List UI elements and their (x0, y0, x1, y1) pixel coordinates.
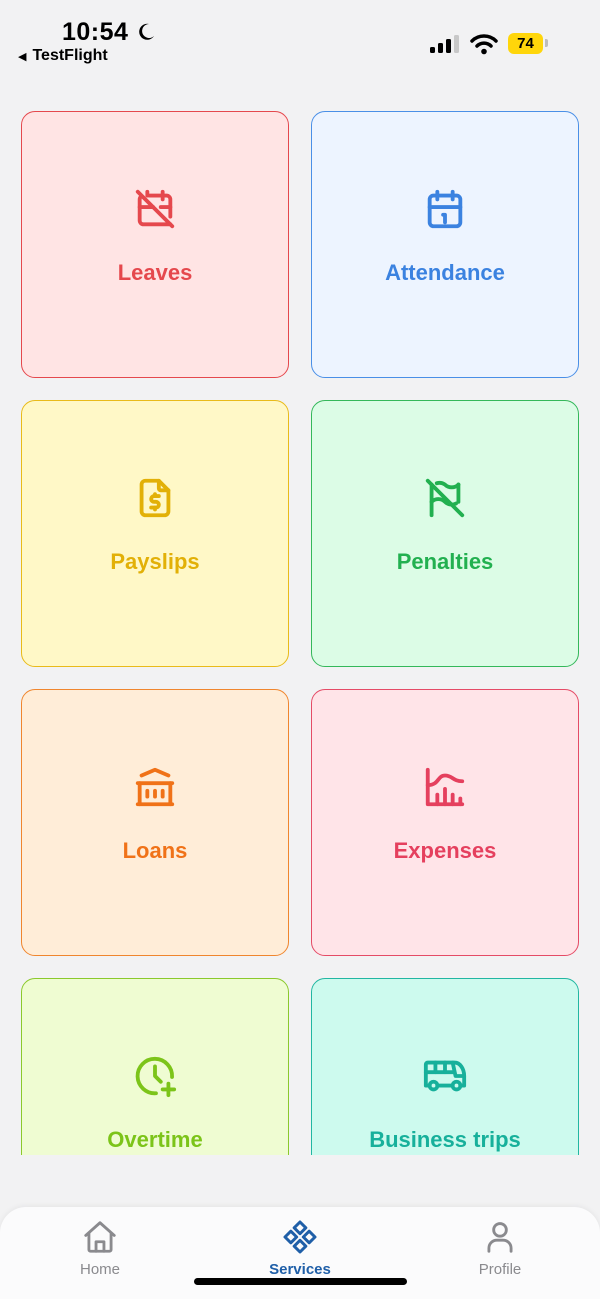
clock-plus-icon (130, 1051, 180, 1101)
tile-label: Business trips (369, 1126, 521, 1152)
services-icon (280, 1217, 320, 1257)
dollar-document-icon (130, 473, 180, 523)
tile-label: Attendance (385, 259, 505, 285)
bank-icon (130, 762, 180, 812)
tab-services[interactable]: Services (240, 1217, 360, 1281)
tile-overtime[interactable]: Overtime (21, 978, 289, 1155)
tile-label: Payslips (110, 548, 200, 574)
bus-icon (420, 1051, 470, 1101)
calendar-icon (420, 184, 470, 234)
status-bar: 10:54 ◀ TestFlight 74 (0, 0, 600, 80)
moon-icon (136, 22, 156, 47)
services-content: Leaves Attendance Payslips Penalties Loa… (0, 80, 600, 1155)
back-app-label: TestFlight (32, 47, 108, 64)
home-icon (80, 1217, 120, 1257)
tab-label: Profile (478, 1261, 522, 1278)
status-time: 10:54 (62, 18, 129, 46)
tile-leaves[interactable]: Leaves (21, 111, 289, 378)
tile-label: Loans (122, 837, 188, 863)
calendar-off-icon (130, 184, 180, 234)
user-icon (480, 1217, 520, 1257)
battery-icon: 74 (508, 32, 548, 54)
home-indicator[interactable] (194, 1278, 407, 1285)
cellular-signal-icon (430, 34, 462, 59)
chart-area-icon (420, 762, 470, 812)
tile-business-trips[interactable]: Business trips (311, 978, 579, 1155)
tile-penalties[interactable]: Penalties (311, 400, 579, 667)
services-grid: Leaves Attendance Payslips Penalties Loa… (21, 111, 579, 1155)
tile-label: Penalties (396, 548, 494, 574)
tile-payslips[interactable]: Payslips (21, 400, 289, 667)
tab-home[interactable]: Home (40, 1217, 160, 1281)
tab-label: Services (269, 1261, 331, 1278)
wifi-icon (470, 33, 498, 60)
tile-label: Expenses (393, 837, 497, 863)
battery-level: 74 (517, 34, 534, 52)
tile-expenses[interactable]: Expenses (311, 689, 579, 956)
tile-label: Overtime (107, 1126, 203, 1152)
back-to-testflight-link[interactable]: ◀ TestFlight (18, 47, 108, 65)
tile-label: Leaves (117, 259, 193, 285)
back-arrow-icon: ◀ (18, 50, 27, 63)
tab-bar: Home Services Profile (0, 1207, 600, 1299)
tile-loans[interactable]: Loans (21, 689, 289, 956)
tab-label: Home (79, 1261, 120, 1278)
tile-attendance[interactable]: Attendance (311, 111, 579, 378)
flag-off-icon (420, 473, 470, 523)
tab-profile[interactable]: Profile (440, 1217, 560, 1281)
